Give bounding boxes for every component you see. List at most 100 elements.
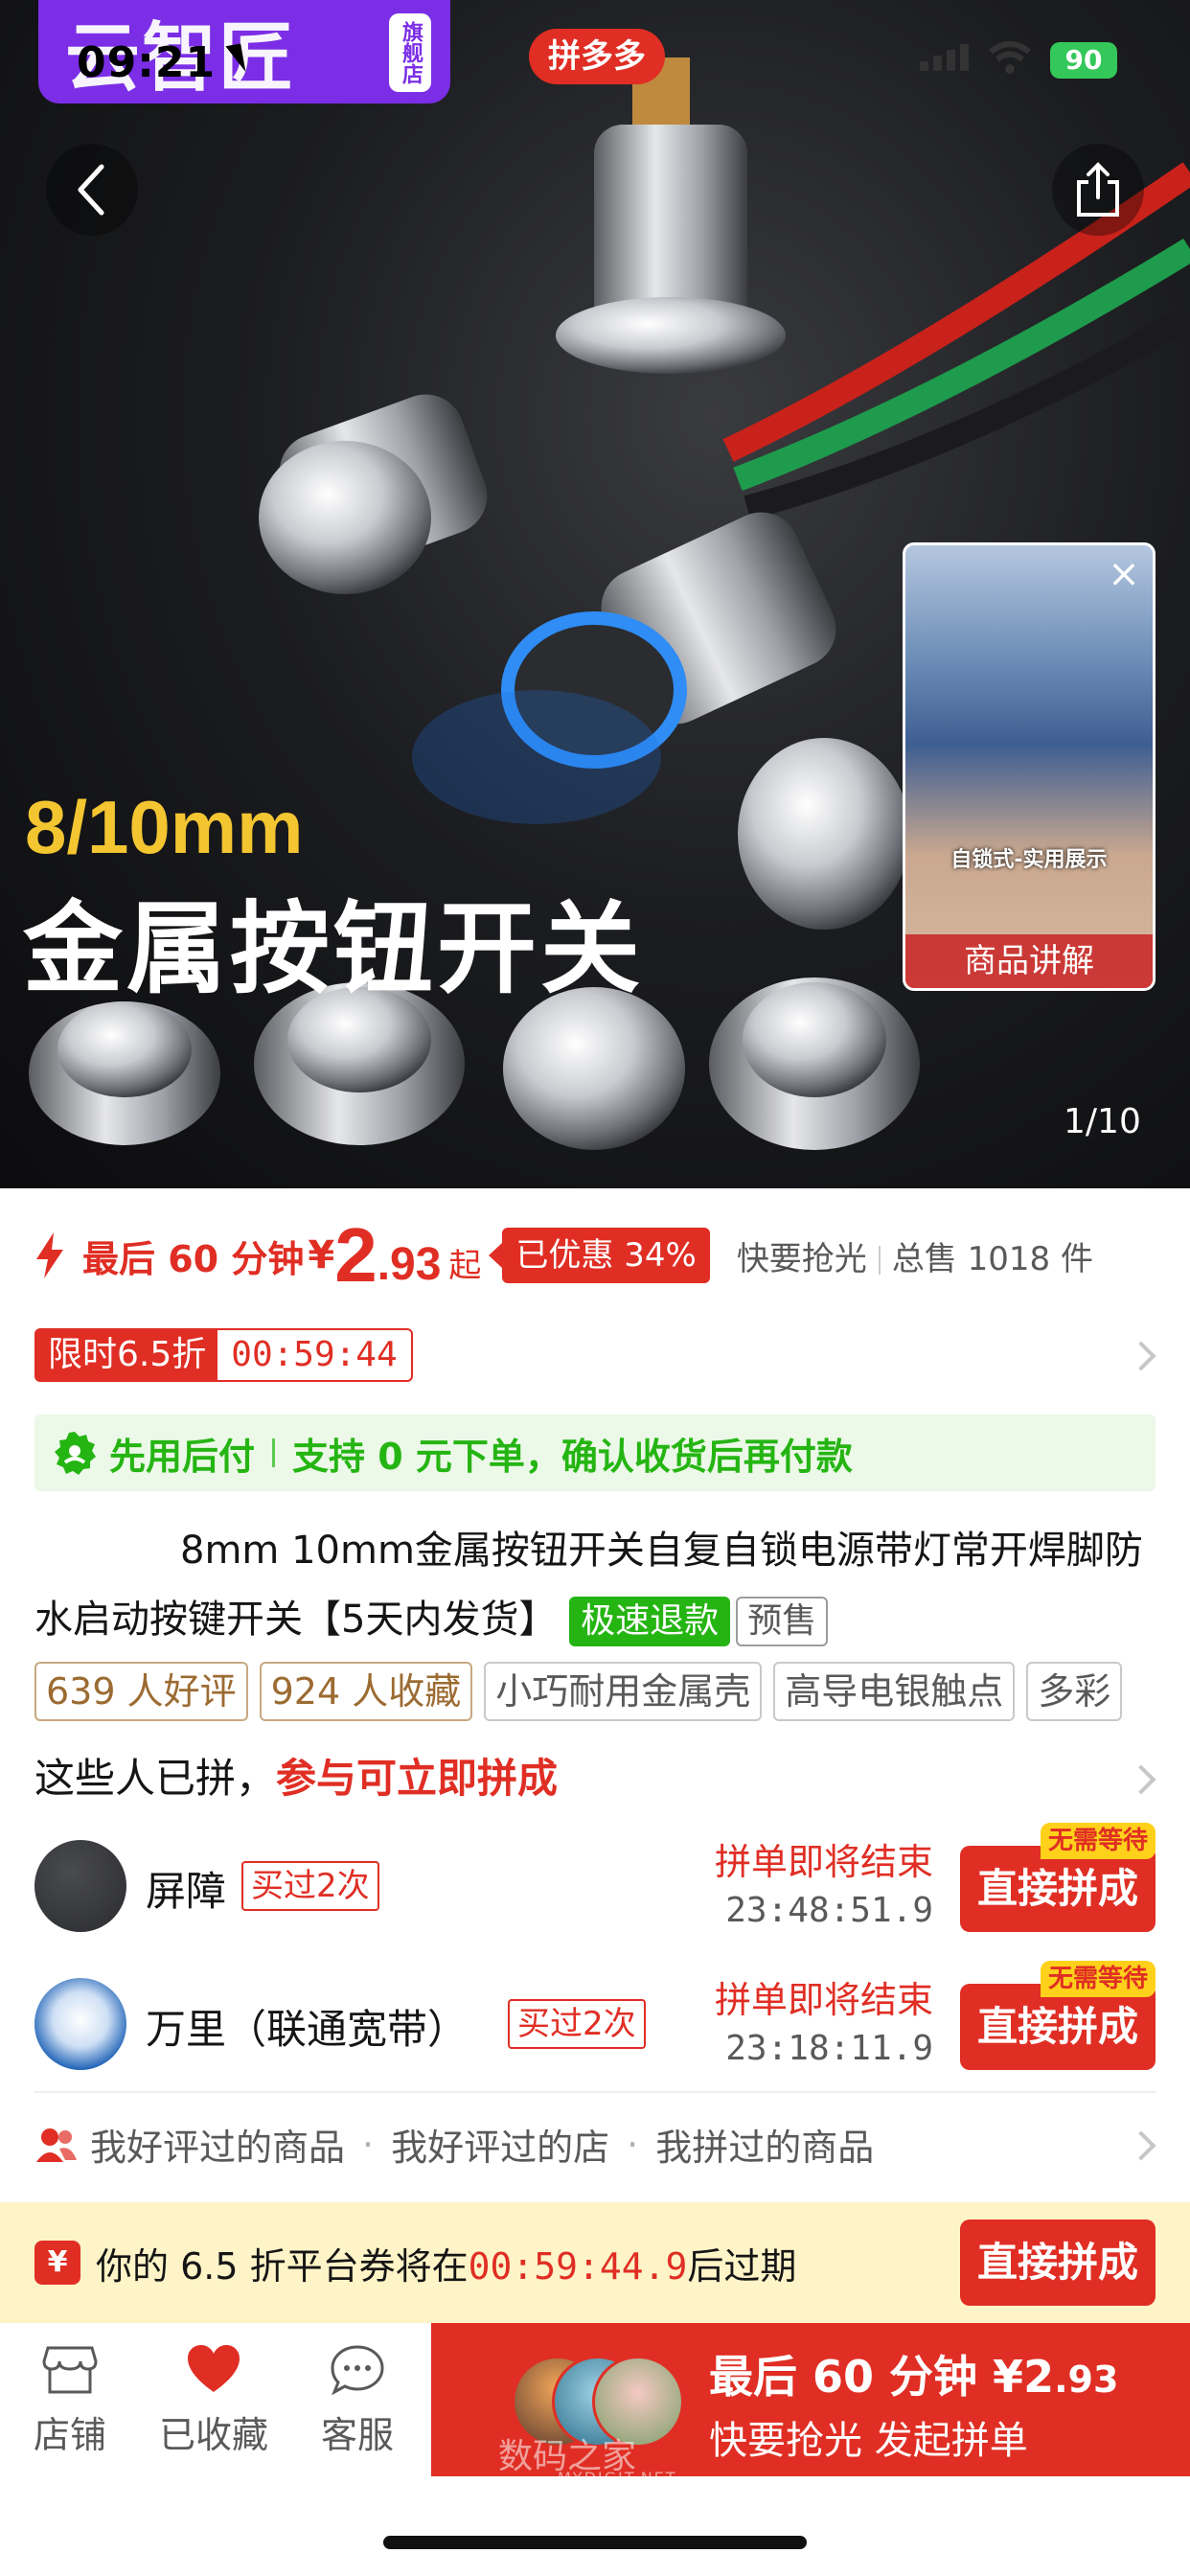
pay-later-label: 先用后付	[109, 1435, 256, 1478]
presale-tag: 预售	[736, 1597, 829, 1646]
watermark-sub: MYDIGIT.NET	[558, 2469, 677, 2487]
wifi-icon	[989, 41, 1031, 74]
location-arrow-icon	[210, 43, 246, 78]
chip-good-reviews[interactable]: 639 人好评	[34, 1662, 248, 1721]
group-ending: 拼单即将结束 23:48:51.9	[715, 1832, 933, 1930]
tab-customer-service[interactable]: 客服	[295, 2344, 420, 2458]
separator-dot: ·	[362, 2123, 375, 2166]
coupon-bar: ¥ 你的 6.5 折平台券将在00:59:44.9后过期 直接拼成	[0, 2202, 1190, 2323]
buy-subtitle: 快要抢光 发起拼单	[709, 2419, 1028, 2463]
video-label: 商品讲解	[905, 934, 1153, 988]
share-icon	[1077, 162, 1119, 217]
price-prefix: 最后 60 分钟	[82, 1237, 305, 1280]
ending-label: 拼单即将结束	[714, 1979, 933, 2021]
product-video-card[interactable]: × 自锁式-实用展示 商品讲解	[903, 542, 1156, 991]
back-button[interactable]	[46, 144, 138, 236]
group-buy-item: 屏障 买过2次 拼单即将结束 23:48:51.9 直接拼成 无需等待	[34, 1823, 1156, 1938]
bought-times-tag: 买过2次	[241, 1861, 379, 1911]
history-item[interactable]: 我拼过的商品	[655, 2118, 874, 2171]
group-header-highlight: 参与可立即拼成	[276, 1755, 559, 1802]
chevron-right-icon[interactable]	[1126, 1764, 1156, 1795]
store-icon	[42, 2346, 98, 2394]
coupon-text-prefix: 你的 6.5 折平台券将在	[96, 2244, 469, 2288]
pay-later-desc: 支持 0 元下单，确认收货后再付款	[292, 1435, 853, 1478]
price-currency: ¥	[308, 1233, 335, 1277]
avatar	[34, 1840, 126, 1932]
buy-price-prefix: 最后 60 分钟 ¥2	[709, 2351, 1055, 2403]
share-button[interactable]	[1052, 144, 1144, 236]
tab-favorites[interactable]: 已收藏	[151, 2344, 276, 2458]
group-buy-item: 万里（联通宽带） 买过2次 拼单即将结束 23:18:11.9 直接拼成 无需等…	[34, 1961, 1156, 2076]
buy-price-decimal: .93	[1054, 2358, 1119, 2401]
cellular-signal-icon	[920, 44, 969, 71]
history-item[interactable]: 我好评过的商品	[90, 2118, 345, 2171]
hero-title: 金属按钮开关	[23, 890, 645, 1007]
limited-countdown: 00:59:44	[231, 1335, 398, 1374]
people-icon	[36, 2128, 77, 2162]
divider	[878, 1246, 881, 1275]
chip-feature[interactable]: 高导电银触点	[773, 1662, 1016, 1721]
close-icon[interactable]: ×	[1103, 553, 1145, 595]
pay-later-bar[interactable]: 先用后付 支持 0 元下单，确认收货后再付款	[34, 1414, 1156, 1491]
chip-feature[interactable]: 多彩	[1026, 1662, 1123, 1721]
tab-store[interactable]: 店铺	[8, 2344, 132, 2458]
coupon-icon: ¥	[34, 2241, 80, 2285]
stock-text: 快要抢光	[736, 1239, 867, 1278]
tab-label: 已收藏	[158, 2414, 268, 2456]
sales-meta: 快要抢光 总售 1018 件	[737, 1232, 1093, 1279]
chip-feature[interactable]: 小巧耐用金属壳	[484, 1662, 763, 1721]
discount-tag: 已优惠 34%	[489, 1228, 710, 1283]
hero-size-text: 8/10mm	[25, 785, 304, 869]
avatar	[34, 1978, 126, 2070]
flash-icon	[36, 1232, 63, 1278]
history-item[interactable]: 我好评过的店	[391, 2118, 609, 2171]
divider	[34, 2091, 1156, 2093]
brand-badge-label: 旗舰店	[389, 13, 431, 92]
pinduoduo-logo: 拼多多	[529, 29, 665, 84]
battery-indicator: 90	[1050, 42, 1117, 79]
bought-times-tag: 买过2次	[508, 1999, 646, 2049]
group-ending: 拼单即将结束 23:18:11.9	[715, 1970, 933, 2068]
image-page-indicator: 1/10	[1064, 1102, 1141, 1141]
ending-countdown: 23:18:11.9	[725, 2029, 933, 2068]
group-header-prefix: 这些人已拼，	[34, 1755, 277, 1802]
separator-dot: ·	[627, 2123, 639, 2166]
chat-icon	[331, 2345, 384, 2396]
divider	[272, 1438, 276, 1467]
bottom-action-bar: 店铺 已收藏 客服 最后 60 分钟 ¥2.93 快要抢光 发起拼单 数码之家 …	[0, 2323, 1190, 2487]
product-title: 8mm 10mm金属按钮开关自复自锁电源带灯常开焊脚防水启动按键开关【5天内发货…	[34, 1516, 1165, 1654]
purchase-history-links[interactable]: 我好评过的商品 · 我好评过的店 · 我拼过的商品	[34, 2118, 874, 2171]
tab-label: 客服	[320, 2414, 394, 2456]
home-indicator	[383, 2536, 807, 2549]
fast-refund-tag: 极速退款	[569, 1597, 731, 1646]
buy-price: 最后 60 分钟 ¥2.93	[709, 2342, 1118, 2405]
coupon-countdown: 00:59:44.9	[468, 2244, 688, 2288]
coupon-text: 你的 6.5 折平台券将在00:59:44.9后过期	[96, 2237, 796, 2289]
price-suffix: 起	[448, 1246, 482, 1285]
pay-later-icon	[55, 1432, 96, 1475]
product-highlights: 639 人好评 924 人收藏 小巧耐用金属壳 高导电银触点 多彩	[34, 1662, 1190, 1721]
member-name: 万里（联通宽带）	[146, 2006, 469, 2053]
total-sales: 总售 1018 件	[891, 1239, 1093, 1278]
chevron-right-icon[interactable]	[1126, 2130, 1156, 2161]
no-wait-badge: 无需等待	[1040, 1823, 1156, 1859]
product-image-carousel[interactable]: 云智匠 旗舰店 09:21 拼多多 90 8/10mm 金属按钮开关 × 自锁式…	[0, 0, 1190, 1188]
coupon-text-suffix: 后过期	[687, 2244, 797, 2288]
coupon-join-button[interactable]: 直接拼成	[960, 2220, 1156, 2306]
limited-time-offer[interactable]: 限时6.5折 00:59:44	[34, 1328, 413, 1382]
price-integer: 2	[334, 1212, 378, 1298]
video-caption: 自锁式-实用展示	[950, 848, 1108, 872]
limited-label: 限时6.5折	[36, 1330, 218, 1380]
member-name: 屏障	[146, 1868, 227, 1915]
heart-icon	[188, 2345, 240, 2392]
status-time: 09:21	[77, 38, 217, 87]
no-wait-badge: 无需等待	[1040, 1961, 1156, 1997]
chip-favorites[interactable]: 924 人收藏	[259, 1662, 473, 1721]
group-buy-header[interactable]: 这些人已拼，参与可立即拼成	[34, 1746, 558, 1805]
ending-label: 拼单即将结束	[714, 1841, 933, 1883]
price-decimal: .93	[377, 1238, 442, 1290]
tab-label: 店铺	[33, 2414, 106, 2456]
back-arrow-icon	[78, 164, 104, 216]
price-row: 最后 60 分钟 ¥ 2 .93 起 已优惠 34% 快要抢光 总售 1018 件	[0, 1188, 1190, 1322]
chevron-right-icon[interactable]	[1126, 1341, 1156, 1371]
